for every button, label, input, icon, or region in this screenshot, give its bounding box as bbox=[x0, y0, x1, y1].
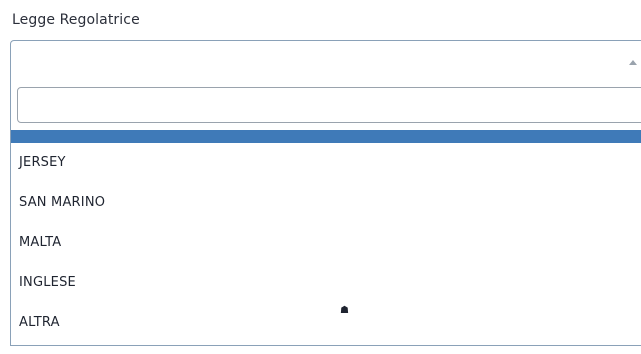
option-inglese[interactable]: INGLESE bbox=[11, 263, 641, 303]
option-malta[interactable]: MALTA bbox=[11, 223, 641, 263]
highlighted-option[interactable] bbox=[11, 130, 641, 143]
option-san-marino[interactable]: SAN MARINO bbox=[11, 183, 641, 223]
caret-up-icon[interactable] bbox=[629, 60, 637, 65]
mouse-cursor-icon: ☗ bbox=[340, 305, 349, 316]
legge-regolatrice-select[interactable] bbox=[10, 40, 641, 80]
legge-regolatrice-label: Legge Regolatrice bbox=[12, 12, 140, 28]
dropdown-search-wrapper bbox=[17, 87, 641, 123]
select-dropdown: JERSEY SAN MARINO MALTA INGLESE ALTRA bbox=[10, 80, 641, 346]
option-jersey[interactable]: JERSEY bbox=[11, 143, 641, 183]
dropdown-search-input[interactable] bbox=[17, 87, 641, 123]
option-altra[interactable]: ALTRA bbox=[11, 303, 641, 343]
options-list: JERSEY SAN MARINO MALTA INGLESE ALTRA bbox=[11, 143, 641, 343]
